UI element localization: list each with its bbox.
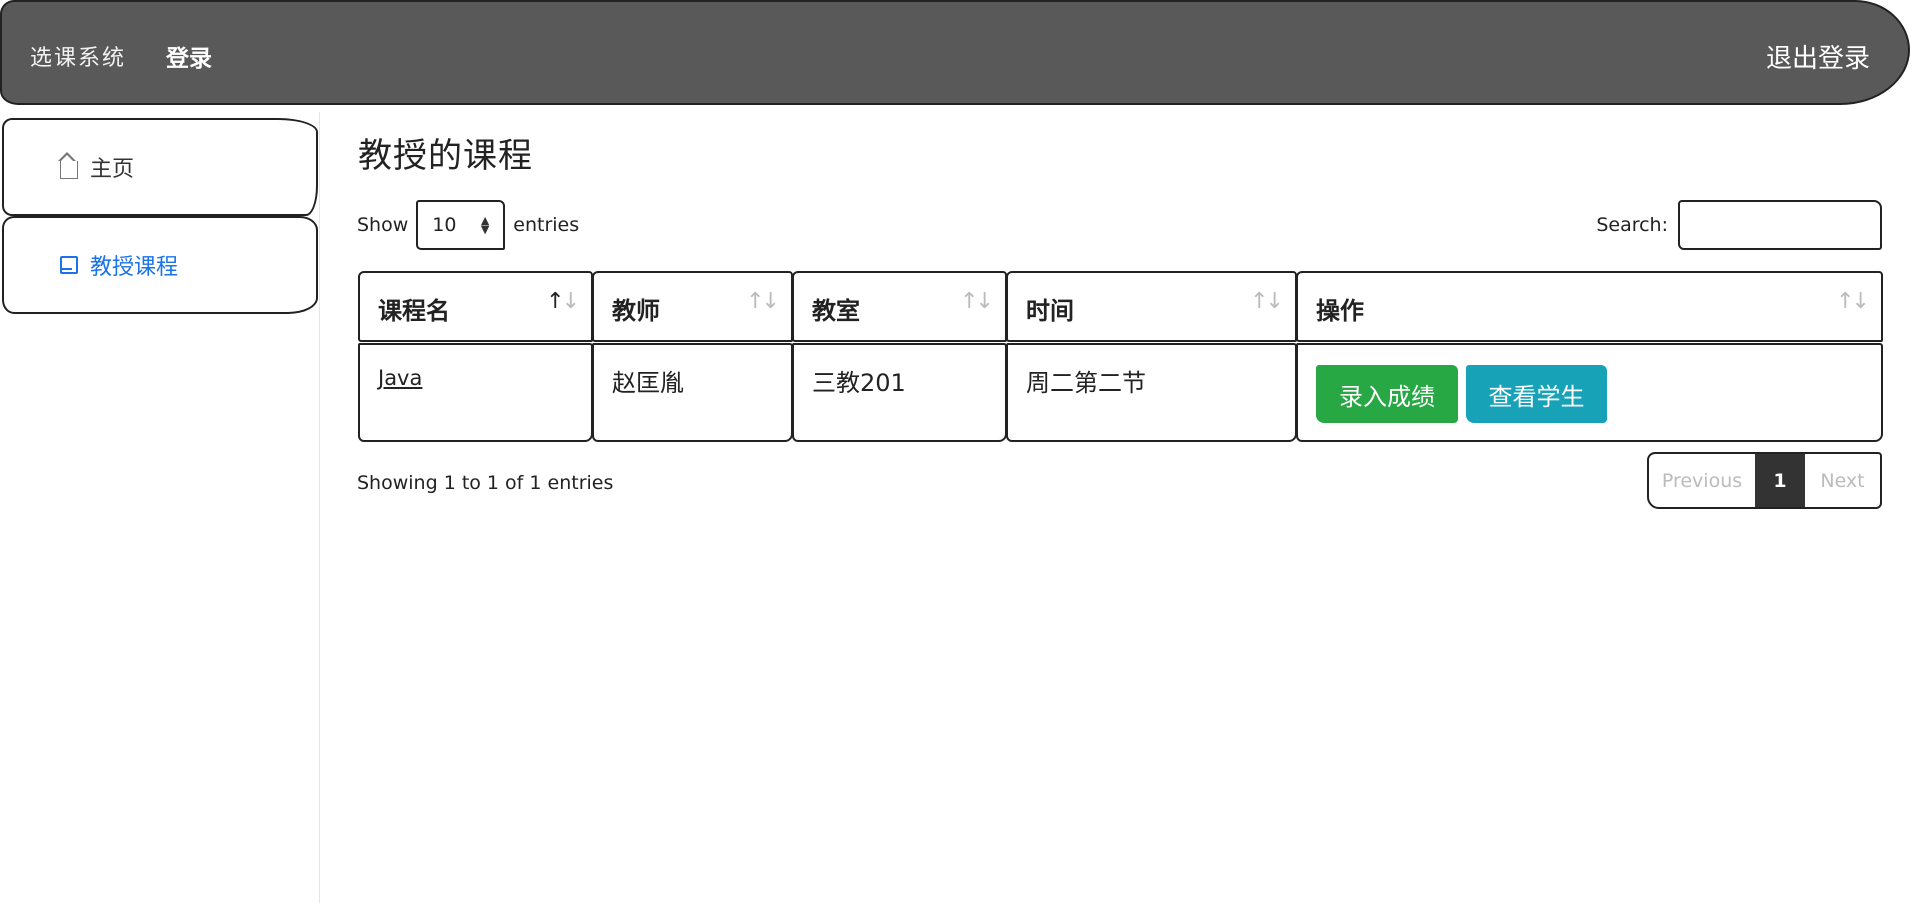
enter-grades-button[interactable]: 录入成绩 [1316,365,1458,423]
view-students-button[interactable]: 查看学生 [1466,365,1607,423]
top-navbar: 选课系统 登录 退出登录 [0,0,1910,105]
page-title: 教授的课程 [358,136,533,176]
column-header-label: 时间 [1026,297,1074,325]
sidebar-item-taught-courses[interactable]: 教授课程 [2,216,318,314]
pagination: Previous 1 Next [1647,452,1882,509]
entries-select-value: 10 [432,214,457,236]
table-cell-actions: 录入成绩 查看学生 [1296,343,1883,442]
column-header-room[interactable]: 教室 ↑↓ [792,271,1007,342]
nav-login-link[interactable]: 登录 [166,39,212,73]
home-icon [58,152,78,179]
show-label: Show [357,214,409,236]
sort-icon: ↑↓ [746,289,780,314]
page-1-button[interactable]: 1 [1755,454,1805,507]
table-cell-teacher: 赵匡胤 [592,343,793,442]
search-input[interactable] [1678,200,1882,250]
column-header-label: 教室 [812,297,860,325]
table-cell-room: 三教201 [792,343,1007,442]
book-icon [60,256,78,274]
logout-link[interactable]: 退出登录 [1766,38,1870,75]
table-info: Showing 1 to 1 of 1 entries [357,472,614,494]
column-header-course[interactable]: 课程名 ↑↓ [358,271,593,342]
previous-page-button[interactable]: Previous [1649,454,1755,507]
column-header-time[interactable]: 时间 ↑↓ [1006,271,1297,342]
column-header-label: 操作 [1316,297,1364,325]
sidebar-item-label: 主页 [90,157,135,182]
sidebar-item-home[interactable]: 主页 [2,118,318,216]
brand-logo-text[interactable]: 选课系统 [30,40,126,72]
sidebar-item-label: 教授课程 [90,255,179,280]
course-link[interactable]: Java [378,366,422,390]
length-control: Show 10 ▲ ▼ entries [357,200,579,250]
table-cell-time: 周二第二节 [1006,343,1297,442]
entries-label: entries [513,214,580,236]
next-page-button[interactable]: Next [1805,454,1880,507]
courses-table: 课程名 ↑↓ 教师 ↑↓ 教室 ↑↓ 时间 ↑↓ 操作 ↑↓ Java 赵匡胤 … [358,271,1883,442]
sort-icon: ↑↓ [960,289,994,314]
sort-asc-icon: ↑↓ [546,289,580,314]
sort-icon: ↑↓ [1836,289,1870,314]
table-cell-course: Java [358,343,593,442]
search-label: Search: [1596,214,1668,236]
entries-select[interactable]: 10 ▲ ▼ [416,200,506,250]
column-header-teacher[interactable]: 教师 ↑↓ [592,271,793,342]
column-header-actions[interactable]: 操作 ↑↓ [1296,271,1883,342]
column-header-label: 教师 [612,297,660,325]
sidebar: 主页 教授课程 [0,112,320,903]
sort-icon: ↑↓ [1250,289,1284,314]
search-control: Search: [1596,200,1882,250]
column-header-label: 课程名 [378,297,450,325]
select-arrows-icon: ▲ ▼ [480,214,490,236]
